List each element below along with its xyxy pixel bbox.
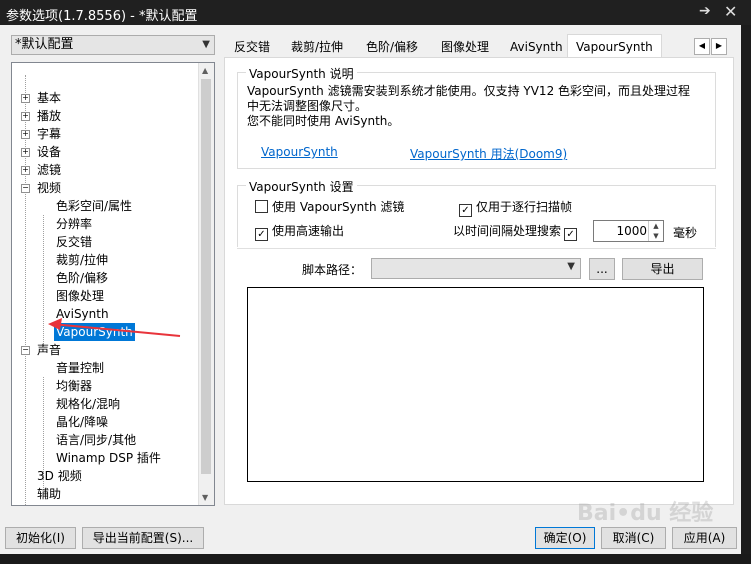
- background-strip: [0, 554, 751, 564]
- arrow-head: [48, 318, 62, 330]
- annotation-arrow: [48, 318, 181, 337]
- arrow-shaft: [51, 323, 181, 337]
- watermark-logo: Bai•du 经验: [577, 501, 714, 526]
